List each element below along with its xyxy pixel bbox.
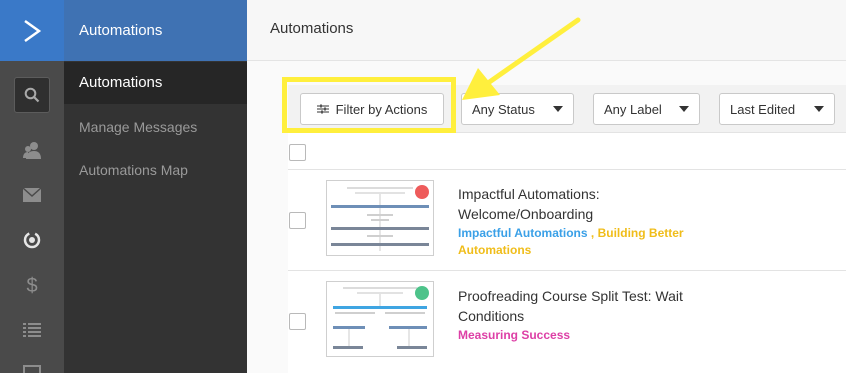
search-icon[interactable] — [14, 77, 50, 113]
status-dot-active — [415, 286, 429, 300]
label-tag[interactable]: Building Better — [598, 226, 684, 240]
dollar-icon[interactable]: $ — [0, 274, 64, 298]
secondary-nav: Automations Automations Manage Messages … — [64, 0, 247, 373]
row-checkbox[interactable] — [289, 212, 306, 229]
status-select[interactable]: Any Status — [461, 93, 574, 125]
label-separator: , — [587, 226, 598, 240]
automation-row[interactable]: Proofreading Course Split Test: Wait Con… — [288, 271, 846, 366]
label-select-value: Any Label — [604, 101, 662, 117]
envelope-icon[interactable] — [0, 183, 64, 207]
subnav-item-manage-messages[interactable]: Manage Messages — [64, 106, 247, 148]
chevron-down-icon — [814, 106, 824, 112]
automation-labels: Impactful Automations , Building Better … — [458, 225, 738, 259]
subnav-header[interactable]: Automations — [64, 0, 247, 61]
label-tag-continued[interactable]: Automations — [458, 243, 531, 257]
automation-title-line2: Welcome/Onboarding — [458, 206, 594, 222]
label-select[interactable]: Any Label — [593, 93, 700, 125]
automations-list: Filter by Actions Any Status Any Label L… — [282, 77, 846, 373]
automation-labels: Measuring Success — [458, 327, 738, 344]
select-all-checkbox[interactable] — [289, 144, 306, 161]
automations-icon[interactable] — [0, 228, 64, 252]
workflow-thumbnail[interactable] — [326, 180, 434, 256]
filter-toolbar: Filter by Actions Any Status Any Label L… — [282, 77, 846, 133]
sort-select[interactable]: Last Edited — [719, 93, 835, 125]
chevron-down-icon — [679, 106, 689, 112]
reports-icon[interactable] — [0, 362, 64, 373]
sort-select-value: Last Edited — [730, 101, 796, 117]
workflow-thumbnail[interactable] — [326, 281, 434, 357]
main-header: Automations — [247, 0, 846, 61]
contacts-icon[interactable] — [0, 138, 64, 162]
logo-chevron-icon[interactable] — [0, 0, 64, 61]
chevron-down-icon — [553, 106, 563, 112]
automation-title[interactable]: Impactful Automations: Welcome/Onboardin… — [458, 184, 758, 224]
icon-rail: $ — [0, 0, 64, 373]
subnav-item-automations[interactable]: Automations — [64, 62, 247, 104]
automation-title-line1: Proofreading Course Split Test: Wait — [458, 288, 683, 304]
list-icon[interactable] — [0, 318, 64, 342]
automation-title[interactable]: Proofreading Course Split Test: Wait Con… — [458, 286, 758, 326]
row-checkbox[interactable] — [289, 313, 306, 330]
status-select-value: Any Status — [472, 101, 535, 117]
status-dot-inactive — [415, 185, 429, 199]
subnav-item-automations-map[interactable]: Automations Map — [64, 149, 247, 191]
filter-highlight-box — [282, 77, 456, 133]
page-title: Automations — [270, 20, 354, 37]
automation-row[interactable]: Impactful Automations: Welcome/Onboardin… — [288, 170, 846, 265]
main-area: Automations Filter by Actions Any Status… — [247, 0, 846, 373]
automation-title-line1: Impactful Automations: — [458, 186, 600, 202]
label-tag[interactable]: Impactful Automations — [458, 226, 588, 240]
label-tag[interactable]: Measuring Success — [458, 328, 570, 342]
automation-title-line2: Conditions — [458, 308, 525, 324]
